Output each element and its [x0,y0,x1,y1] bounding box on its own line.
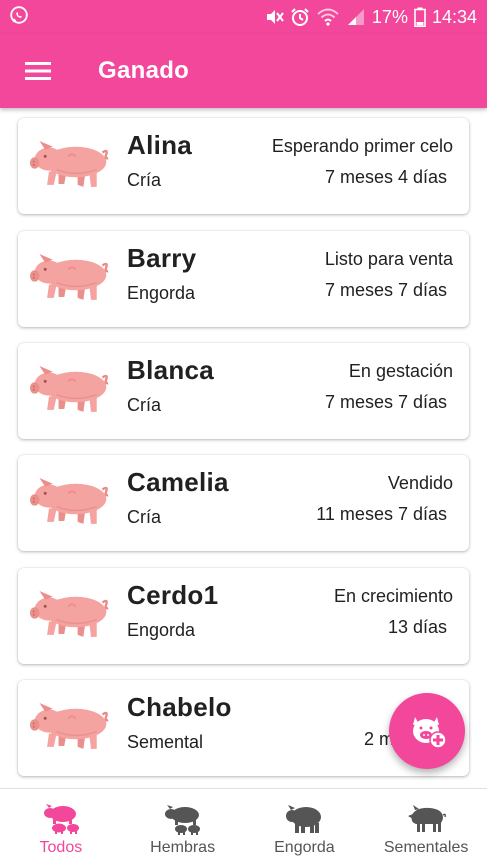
animal-age: 7 meses 7 días [324,392,447,412]
pig-icon [28,701,110,751]
status-bar: 17% 14:34 [0,0,487,34]
animal-status: Listo para venta [324,249,453,269]
nav-tab-engorda[interactable]: Engorda [244,789,366,866]
boar-icon [408,805,447,832]
animal-status: Vendido [387,473,453,493]
pig-icon [28,139,110,189]
pig-icon [286,805,322,833]
animal-card[interactable]: Cerdo1 Engorda En crecimiento 13 días [18,568,469,664]
signal-icon [346,7,366,27]
animal-age: 7 meses 7 días [324,280,447,300]
menu-button[interactable] [0,34,76,108]
animal-card[interactable]: Alina Cría Esperando primer celo 7 meses… [18,118,469,214]
animal-name: Camelia [127,467,229,497]
animal-type: Engorda [127,283,196,303]
nav-tab-todos[interactable]: Todos [0,789,122,866]
hamburger-menu-icon [25,62,51,80]
animal-type: Engorda [127,620,196,640]
nav-tab-sementales[interactable]: Sementales [365,789,487,866]
pig-icon [28,252,110,302]
animal-age: 11 meses 7 días [316,504,447,524]
sow-piglets-icon [164,805,200,835]
animal-type: Semental [127,732,204,752]
nav-label-engorda: Engorda [274,839,335,856]
battery-level: 17% [371,6,408,27]
animal-status: En crecimiento [333,586,453,606]
bottom-navigation: Todos Hembras Engorda Sementales [0,788,487,866]
pigs-family-icon [43,804,79,834]
animal-name: Blanca [127,355,215,385]
animal-list: Alina Cría Esperando primer celo 7 meses… [0,108,487,788]
wifi-icon [316,7,340,27]
add-pig-icon [413,717,447,749]
animal-name: Chabelo [127,692,232,722]
alarm-icon [290,7,310,27]
animal-age: 7 meses 4 días [324,167,447,187]
mute-icon [264,7,284,27]
animal-card[interactable]: Barry Engorda Listo para venta 7 meses 7… [18,231,469,327]
pig-icon [28,476,110,526]
clock-time: 14:34 [431,6,477,27]
pig-icon [28,589,110,639]
nav-label-hembras: Hembras [150,839,216,856]
add-animal-button[interactable] [389,693,465,769]
nav-label-sementales: Sementales [383,839,469,856]
animal-type: Cría [127,507,162,527]
app-bar: Ganado [0,34,487,108]
nav-label-todos: Todos [39,839,83,856]
pig-icon [28,364,110,414]
animal-name: Cerdo1 [127,580,219,610]
animal-name: Alina [127,130,193,160]
animal-age: 13 días [387,617,447,637]
animal-card[interactable]: Blanca Cría En gestación 7 meses 7 días [18,343,469,439]
battery-icon [414,7,426,27]
animal-type: Cría [127,395,162,415]
nav-tab-hembras[interactable]: Hembras [122,789,244,866]
page-title: Ganado [98,57,190,84]
animal-status: Esperando primer celo [271,136,453,156]
animal-name: Barry [127,243,197,273]
whatsapp-icon [8,4,30,31]
animal-type: Cría [127,170,162,190]
animal-status: En gestación [348,361,453,381]
animal-card[interactable]: Camelia Cría Vendido 11 meses 7 días [18,455,469,551]
